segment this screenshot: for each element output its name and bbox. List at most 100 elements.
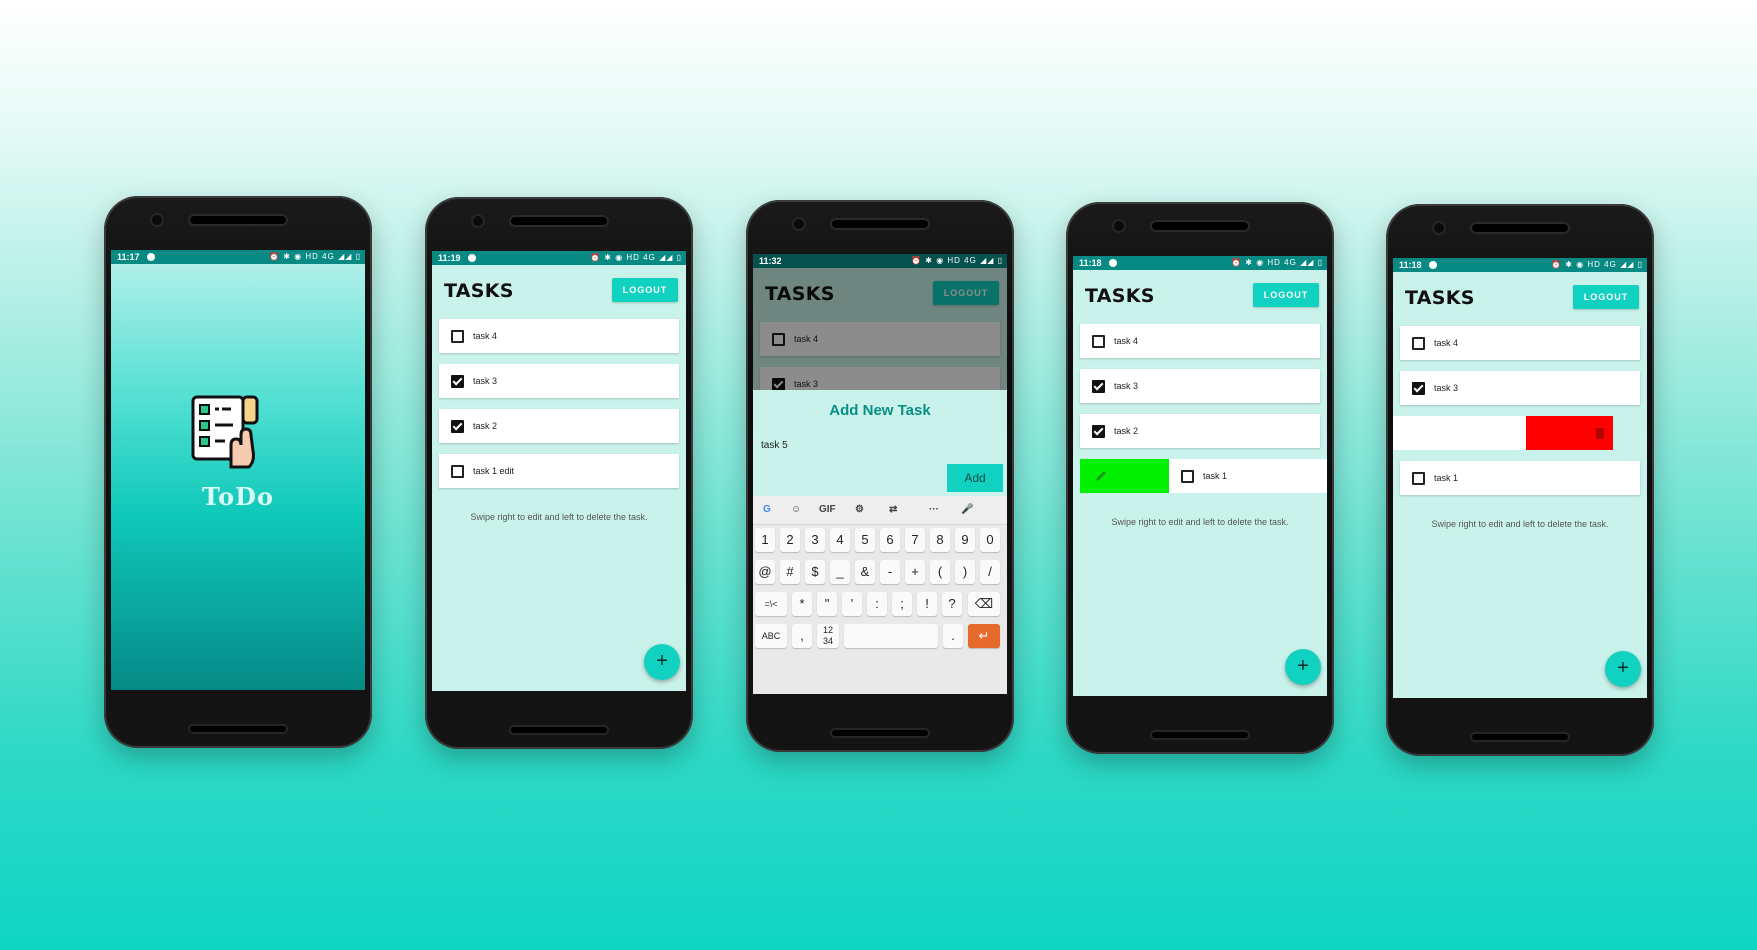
status-bar: 11:18 ⏰ ✱ ◉ HD 4G ◢◢ ▯ <box>1393 258 1647 272</box>
space-key[interactable] <box>844 624 938 648</box>
key-close-paren[interactable]: ) <box>955 560 975 584</box>
key-7[interactable]: 7 <box>905 528 925 552</box>
key-comma[interactable]: , <box>792 624 812 648</box>
add-task-fab[interactable]: + <box>1285 649 1321 685</box>
add-task-fab[interactable]: + <box>1605 651 1641 687</box>
key-3[interactable]: 3 <box>805 528 825 552</box>
task-item[interactable]: task 3 <box>1400 371 1640 405</box>
logout-button[interactable]: LOGOUT <box>1573 285 1639 309</box>
key-period[interactable]: . <box>943 624 963 648</box>
front-camera <box>473 216 483 226</box>
task-item-swiped[interactable] <box>1393 416 1526 450</box>
task-checkbox[interactable] <box>1092 425 1105 438</box>
key-semicolon[interactable]: ; <box>892 592 912 616</box>
delete-swipe-background <box>1526 416 1613 450</box>
task-checkbox[interactable] <box>1412 337 1425 350</box>
key-asterisk[interactable]: * <box>792 592 812 616</box>
keyboard-row-numbers: 1 2 3 4 5 6 7 8 9 0 <box>755 528 1005 554</box>
notification-icon <box>1109 259 1117 267</box>
task-item[interactable]: task 4 <box>1400 326 1640 360</box>
task-item[interactable]: task 4 <box>439 319 679 353</box>
task-label: task 4 <box>1434 338 1459 348</box>
key-colon[interactable]: : <box>867 592 887 616</box>
key-dollar[interactable]: $ <box>805 560 825 584</box>
swipe-hint: Swipe right to edit and left to delete t… <box>470 512 648 522</box>
phone-delete-swipe: 11:18 ⏰ ✱ ◉ HD 4G ◢◢ ▯ TASKS LOGOUT task… <box>1386 204 1654 756</box>
key-single-quote[interactable]: ' <box>842 592 862 616</box>
key-4[interactable]: 4 <box>830 528 850 552</box>
key-0[interactable]: 0 <box>980 528 1000 552</box>
task-checkbox[interactable] <box>1412 472 1425 485</box>
status-time: 11:19 <box>438 253 461 263</box>
backspace-key[interactable]: ⌫ <box>968 592 1000 616</box>
task-list-screen: 11:19 ⏰ ✱ ◉ HD 4G ◢◢ ▯ TASKS LOGOUT task… <box>432 251 686 691</box>
task-label: task 3 <box>473 376 498 386</box>
task-checkbox[interactable] <box>451 375 464 388</box>
app-header: TASKS LOGOUT <box>432 265 686 315</box>
logout-button[interactable]: LOGOUT <box>612 278 678 302</box>
key-8[interactable]: 8 <box>930 528 950 552</box>
numpad-key[interactable]: 12 34 <box>817 624 839 648</box>
key-at[interactable]: @ <box>755 560 775 584</box>
key-exclamation[interactable]: ! <box>917 592 937 616</box>
task-item[interactable]: task 3 <box>1080 369 1320 403</box>
key-5[interactable]: 5 <box>855 528 875 552</box>
gif-button[interactable]: GIF <box>819 496 836 524</box>
swipe-hint: Swipe right to edit and left to delete t… <box>1431 519 1609 529</box>
trash-icon <box>1595 428 1605 439</box>
status-bar: 11:32 ⏰ ✱ ◉ HD 4G ◢◢ ▯ <box>753 254 1007 268</box>
abc-key[interactable]: ABC <box>755 624 787 648</box>
key-open-paren[interactable]: ( <box>930 560 950 584</box>
task-checkbox[interactable] <box>1181 470 1194 483</box>
task-checkbox[interactable] <box>1092 380 1105 393</box>
task-item[interactable]: task 2 <box>439 409 679 443</box>
task-item[interactable]: task 1 edit <box>439 454 679 488</box>
key-more-symbols[interactable]: =\< <box>755 592 787 616</box>
task-item[interactable]: task 4 <box>1080 324 1320 358</box>
key-2[interactable]: 2 <box>780 528 800 552</box>
task-name-input[interactable]: task 5 <box>761 440 788 451</box>
translate-icon[interactable]: ⇄ <box>889 496 897 524</box>
bottom-speaker <box>190 726 286 732</box>
task-item[interactable]: task 3 <box>439 364 679 398</box>
task-label: task 2 <box>1114 426 1139 436</box>
logout-button[interactable]: LOGOUT <box>1253 283 1319 307</box>
status-icons: ⏰ ✱ ◉ HD 4G ◢◢ ▯ <box>1231 258 1323 267</box>
sticker-icon[interactable]: ☺ <box>791 496 801 524</box>
task-item[interactable]: task 1 <box>1400 461 1640 495</box>
key-1[interactable]: 1 <box>755 528 775 552</box>
key-9[interactable]: 9 <box>955 528 975 552</box>
task-checkbox[interactable] <box>451 330 464 343</box>
app-header: TASKS LOGOUT <box>1393 272 1647 322</box>
task-checkbox[interactable] <box>451 420 464 433</box>
status-icons: ⏰ ✱ ◉ HD 4G ◢◢ ▯ <box>269 252 361 261</box>
key-minus[interactable]: - <box>880 560 900 584</box>
front-camera <box>152 215 162 225</box>
key-6[interactable]: 6 <box>880 528 900 552</box>
task-item[interactable]: task 2 <box>1080 414 1320 448</box>
key-question[interactable]: ? <box>942 592 962 616</box>
key-hash[interactable]: # <box>780 560 800 584</box>
google-icon[interactable]: G <box>763 496 771 524</box>
task-checkbox[interactable] <box>1412 382 1425 395</box>
key-ampersand[interactable]: & <box>855 560 875 584</box>
status-time: 11:18 <box>1079 258 1102 268</box>
key-double-quote[interactable]: " <box>817 592 837 616</box>
key-plus[interactable]: + <box>905 560 925 584</box>
status-time: 11:18 <box>1399 260 1422 270</box>
microphone-icon[interactable]: 🎤 <box>961 496 973 524</box>
task-checkbox[interactable] <box>1092 335 1105 348</box>
swipe-hint: Swipe right to edit and left to delete t… <box>1111 517 1289 527</box>
bottom-speaker <box>511 727 607 733</box>
task-item-swiped[interactable]: task 1 <box>1169 459 1327 493</box>
add-task-fab[interactable]: + <box>644 644 680 680</box>
enter-key[interactable]: ↵ <box>968 624 1000 648</box>
key-underscore[interactable]: _ <box>830 560 850 584</box>
more-icon[interactable]: ··· <box>929 496 939 524</box>
task-label: task 3 <box>1434 383 1459 393</box>
key-slash[interactable]: / <box>980 560 1000 584</box>
settings-icon[interactable]: ⚙ <box>855 496 864 524</box>
add-button[interactable]: Add <box>947 464 1003 492</box>
task-checkbox[interactable] <box>451 465 464 478</box>
delete-swipe-screen: 11:18 ⏰ ✱ ◉ HD 4G ◢◢ ▯ TASKS LOGOUT task… <box>1393 258 1647 698</box>
